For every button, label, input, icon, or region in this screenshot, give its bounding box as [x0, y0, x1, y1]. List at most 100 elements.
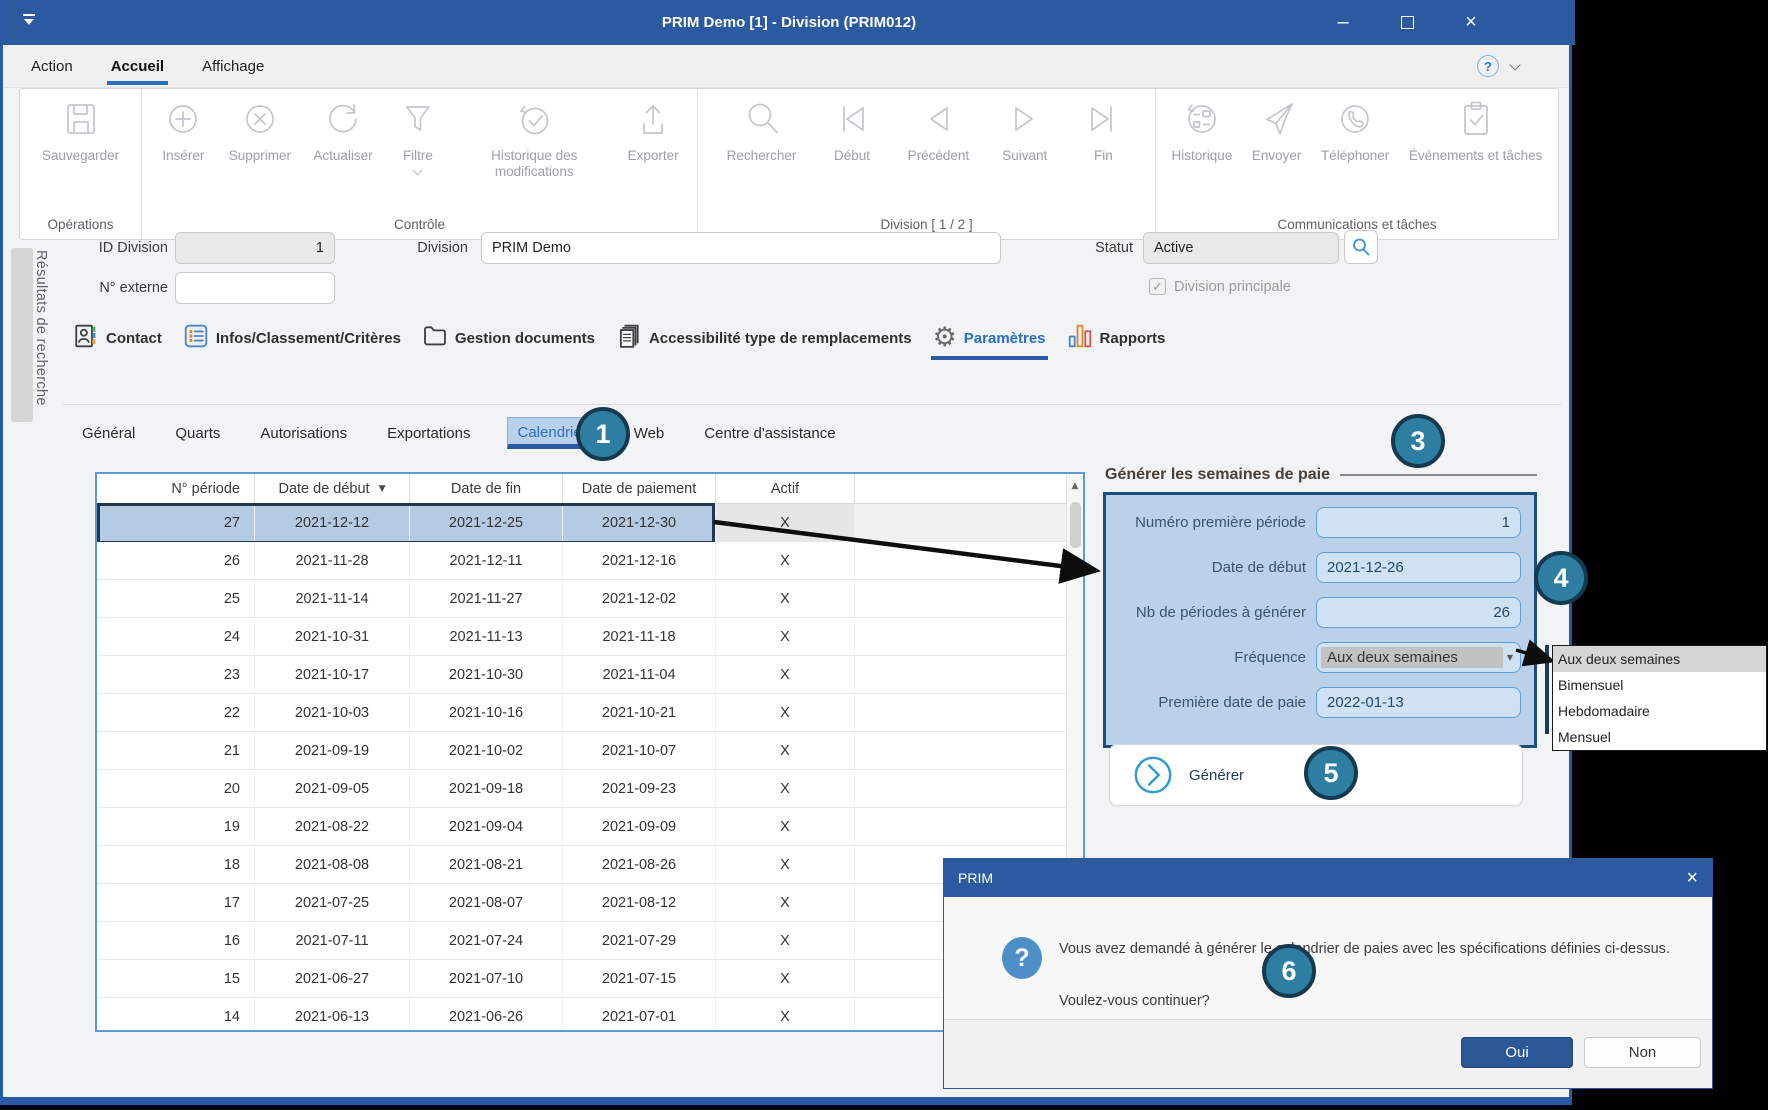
dialog-close-icon[interactable]: ×	[1686, 867, 1698, 890]
id-division-field[interactable]	[175, 232, 335, 264]
table-cell	[855, 732, 1083, 769]
ribbon-button-historique[interactable]: Historique	[1168, 95, 1237, 166]
scroll-up-icon[interactable]: ▲	[1067, 474, 1083, 491]
column-header-date-de-paiement[interactable]: Date de paiement	[563, 474, 716, 503]
close-icon[interactable]: ×	[1449, 0, 1493, 45]
frequency-option-aux-deux-semaines[interactable]: Aux deux semaines	[1553, 646, 1766, 672]
column-header-date-de-debut[interactable]: Date de début ▼	[255, 474, 410, 503]
subtab-quarts[interactable]: Quarts	[171, 418, 224, 449]
subtab-centre-d-assistance[interactable]: Centre d'assistance	[700, 418, 839, 449]
subtab-exportations[interactable]: Exportations	[383, 418, 474, 449]
subtab-autorisations[interactable]: Autorisations	[256, 418, 351, 449]
menu-tab-accueil[interactable]: Accueil	[106, 54, 169, 85]
tab-contact[interactable]: Contact	[71, 317, 164, 359]
table-cell: 20	[97, 770, 255, 807]
ribbon-button-filtre[interactable]: Filtre	[391, 95, 445, 176]
frequency-option-mensuel[interactable]: Mensuel	[1553, 724, 1766, 750]
sidebar-handle[interactable]	[11, 248, 33, 422]
scrollbar-thumb[interactable]	[1070, 502, 1081, 548]
contact-card-icon	[73, 323, 99, 353]
tab-parametres[interactable]: ⚙ Paramètres	[930, 319, 1048, 360]
table-row[interactable]: 21 2021-09-19 2021-10-02 2021-10-07 X	[97, 732, 1083, 770]
table-cell: 2021-12-25	[410, 504, 563, 541]
statut-field[interactable]	[1143, 232, 1339, 264]
table-row[interactable]: 24 2021-10-31 2021-11-13 2021-11-18 X	[97, 618, 1083, 656]
ribbon-button-rechercher[interactable]: Rechercher	[723, 95, 801, 166]
table-row[interactable]: 16 2021-07-11 2021-07-24 2021-07-29 X	[97, 922, 1083, 960]
no-button[interactable]: Non	[1584, 1037, 1701, 1068]
ribbon-button-inserer[interactable]: Insérer	[156, 95, 210, 166]
chevron-down-icon[interactable]	[412, 165, 423, 176]
table-cell	[855, 808, 1083, 845]
dialog-title-bar[interactable]: PRIM ×	[944, 859, 1712, 897]
table-row[interactable]: 22 2021-10-03 2021-10-16 2021-10-21 X	[97, 694, 1083, 732]
table-row[interactable]: 25 2021-11-14 2021-11-27 2021-12-02 X	[97, 580, 1083, 618]
subtab-general[interactable]: Général	[78, 418, 139, 449]
field-input-premiere-date-de-paie[interactable]: 2022-01-13	[1316, 687, 1521, 718]
ribbon-button-historique-des-modifications[interactable]: Historique des modifications	[459, 95, 609, 182]
sidebar-tab-search-results[interactable]: Résultats de recherche	[33, 250, 49, 430]
ribbon-button-envoyer[interactable]: Envoyer	[1248, 95, 1306, 166]
save-icon	[58, 97, 104, 146]
ribbon-button-supprimer[interactable]: Supprimer	[225, 95, 295, 166]
table-cell: 2021-06-13	[255, 998, 410, 1030]
table-cell: 22	[97, 694, 255, 731]
help-icon[interactable]: ?	[1477, 55, 1499, 77]
table-row[interactable]: 18 2021-08-08 2021-08-21 2021-08-26 X	[97, 846, 1083, 884]
column-header-date-de-fin[interactable]: Date de fin	[410, 474, 563, 503]
table-row[interactable]: 23 2021-10-17 2021-10-30 2021-11-04 X	[97, 656, 1083, 694]
yes-button[interactable]: Oui	[1461, 1037, 1573, 1068]
externe-field[interactable]	[175, 272, 335, 304]
frequency-option-hebdomadaire[interactable]: Hebdomadaire	[1553, 698, 1766, 724]
column-header-n-periode[interactable]: N° période	[97, 474, 255, 503]
frequency-option-bimensuel[interactable]: Bimensuel	[1553, 672, 1766, 698]
table-row[interactable]: 20 2021-09-05 2021-09-18 2021-09-23 X	[97, 770, 1083, 808]
menu-tab-affichage[interactable]: Affichage	[200, 54, 266, 79]
divider	[63, 404, 1561, 405]
table-row[interactable]: 27 2021-12-12 2021-12-25 2021-12-30 X	[97, 503, 1083, 544]
table-cell: 2021-07-01	[563, 998, 716, 1030]
ribbon-button-evenements-et-taches[interactable]: Événements et tâches	[1405, 95, 1547, 166]
chevron-down-icon[interactable]	[1509, 58, 1521, 71]
sort-desc-icon[interactable]: ▼	[379, 484, 386, 494]
table-cell: X	[716, 694, 855, 731]
table-cell: 2021-06-26	[410, 998, 563, 1030]
tab-rapports[interactable]: Rapports	[1065, 317, 1168, 359]
tab-gestion-documents[interactable]: Gestion documents	[420, 317, 597, 359]
column-header-actif[interactable]: Actif	[716, 474, 855, 503]
ribbon-button-actualiser[interactable]: Actualiser	[309, 95, 376, 166]
ribbon-button-suivant[interactable]: Suivant	[998, 95, 1052, 166]
table-row[interactable]: 19 2021-08-22 2021-09-04 2021-09-09 X	[97, 808, 1083, 846]
ribbon-button-exporter[interactable]: Exporter	[624, 95, 683, 166]
ribbon-button-debut[interactable]: Début	[825, 95, 879, 166]
table-row[interactable]: 26 2021-11-28 2021-12-11 2021-12-16 X	[97, 542, 1083, 580]
field-input-nb-de-periodes-a-generer[interactable]: 26	[1316, 597, 1521, 628]
column-header-empty[interactable]	[855, 474, 1083, 503]
ribbon-button-fin[interactable]: Fin	[1076, 95, 1130, 166]
statut-search-button[interactable]	[1344, 230, 1378, 264]
ribbon-button-label: Sauvegarder	[41, 148, 120, 163]
generate-panel-title: Générer les semaines de paie	[1105, 466, 1331, 483]
table-cell: 2021-10-30	[410, 656, 563, 693]
dropdown-selected-value: Aux deux semaines	[1321, 647, 1503, 668]
dropdown-arrow-icon[interactable]: ▼	[1507, 653, 1516, 662]
field-input-date-de-debut[interactable]: 2021-12-26	[1316, 552, 1521, 583]
ribbon-button-sauvegarder[interactable]: Sauvegarder	[38, 95, 123, 166]
maximize-icon[interactable]	[1385, 0, 1429, 45]
ribbon-group-operations: Sauvegarder Opérations	[20, 89, 142, 239]
field-input-numero-premiere-periode[interactable]: 1	[1316, 507, 1521, 538]
division-principale-checkbox[interactable]: ✓	[1149, 278, 1166, 295]
field-input-frequence[interactable]: Aux deux semaines ▼	[1316, 642, 1521, 673]
division-field[interactable]	[481, 232, 1001, 264]
table-row[interactable]: 14 2021-06-13 2021-06-26 2021-07-01 X	[97, 998, 1083, 1030]
table-row[interactable]: 17 2021-07-25 2021-08-07 2021-08-12 X	[97, 884, 1083, 922]
ribbon-button-precedent[interactable]: Précédent	[904, 95, 974, 166]
tab-infos-classement-criteres[interactable]: Infos/Classement/Critères	[181, 317, 403, 359]
table-row[interactable]: 15 2021-06-27 2021-07-10 2021-07-15 X	[97, 960, 1083, 998]
menu-tab-action[interactable]: Action	[29, 54, 75, 79]
subtab-web[interactable]: Web	[630, 418, 669, 449]
frequency-dropdown-list: Aux deux semaines Bimensuel Hebdomadaire Me…	[1552, 645, 1767, 751]
minimize-icon[interactable]: –	[1321, 0, 1365, 45]
ribbon-button-telephoner[interactable]: Téléphoner	[1317, 95, 1393, 166]
tab-accessibilite-type-de-remplacements[interactable]: Accessibilité type de remplacements	[614, 317, 914, 359]
